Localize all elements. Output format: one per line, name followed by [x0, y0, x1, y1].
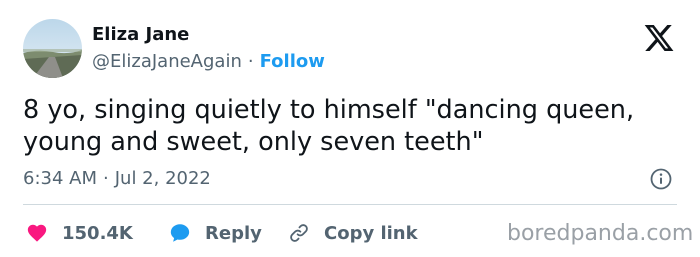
divider — [23, 204, 677, 205]
heart-icon — [26, 222, 48, 244]
link-icon — [288, 222, 310, 244]
avatar[interactable] — [23, 19, 82, 78]
tweet-date: Jul 2, 2022 — [114, 168, 211, 189]
tweet-text-line: 8 yo, singing quietly to himself "dancin… — [23, 95, 635, 125]
reply-label: Reply — [205, 222, 262, 244]
separator-dot: · — [103, 168, 109, 189]
like-count: 150.4K — [62, 222, 133, 244]
info-icon[interactable] — [650, 168, 672, 190]
tweet-text-line: young and sweet, only seven teeth" — [23, 127, 484, 157]
separator-dot: · — [247, 51, 254, 72]
author-handle[interactable]: @ElizaJaneAgain — [92, 51, 242, 72]
tweet-timestamp[interactable]: 6:34 AM · Jul 2, 2022 — [23, 168, 211, 189]
like-button[interactable]: 150.4K — [26, 222, 133, 244]
author-handle-row: @ElizaJaneAgain · Follow — [92, 51, 325, 72]
reply-button[interactable]: Reply — [169, 222, 262, 244]
tweet-time: 6:34 AM — [23, 168, 97, 189]
author-name[interactable]: Eliza Jane — [92, 24, 189, 45]
copy-link-label: Copy link — [324, 222, 418, 244]
copy-link-button[interactable]: Copy link — [288, 222, 418, 244]
speech-bubble-icon — [169, 222, 191, 244]
x-logo-icon[interactable] — [643, 22, 675, 54]
avatar-image — [23, 19, 82, 78]
watermark: boredpanda.com — [507, 221, 694, 246]
tweet-text: 8 yo, singing quietly to himself "dancin… — [23, 94, 673, 158]
follow-button[interactable]: Follow — [260, 51, 325, 72]
